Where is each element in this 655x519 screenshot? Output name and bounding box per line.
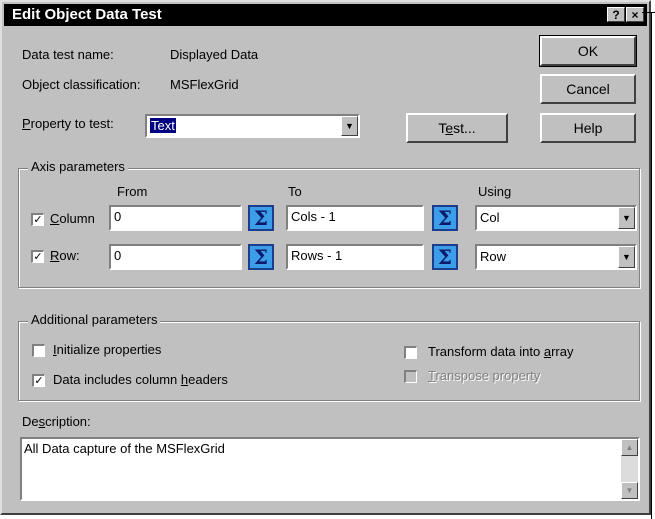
initialize-properties-label: Initialize properties bbox=[53, 342, 161, 357]
test-button-label-rest: st... bbox=[453, 120, 476, 136]
test-button[interactable]: Test... bbox=[406, 113, 508, 143]
test-name-label: Data test name: bbox=[22, 47, 114, 62]
classification-label: Object classification: bbox=[22, 77, 141, 92]
test-name-value: Displayed Data bbox=[170, 47, 259, 62]
row-from-input[interactable]: 0 bbox=[109, 244, 242, 270]
help-icon[interactable]: ? bbox=[607, 7, 625, 22]
cancel-button[interactable]: Cancel bbox=[540, 74, 636, 104]
transpose-property-label: Transpose property bbox=[428, 368, 540, 383]
row-using-dropdown[interactable]: Row ▼ bbox=[475, 244, 637, 270]
column-label: Column bbox=[50, 211, 95, 226]
test-button-label-mnemonic: e bbox=[445, 120, 454, 136]
column-to-input[interactable]: Cols - 1 bbox=[286, 205, 424, 231]
column-to-sigma-icon[interactable]: Σ bbox=[432, 205, 458, 231]
scroll-down-icon[interactable]: ▼ bbox=[621, 482, 638, 499]
description-textarea[interactable]: All Data capture of the MSFlexGrid ▲ ▼ bbox=[20, 437, 640, 501]
row-checkbox[interactable]: ✓ bbox=[31, 250, 44, 263]
transpose-property-rest: ranspose property bbox=[435, 368, 541, 383]
column-checkbox[interactable]: ✓ bbox=[31, 213, 44, 226]
column-from-sigma-icon[interactable]: Σ bbox=[248, 205, 274, 231]
chevron-down-icon[interactable]: ▼ bbox=[341, 116, 358, 136]
column-label-mnemonic: C bbox=[50, 211, 60, 226]
description-label-pre: De bbox=[22, 414, 39, 429]
transform-array-rest: rray bbox=[551, 344, 574, 359]
additional-parameters-group bbox=[18, 321, 640, 401]
transform-array-pre: Transform data into bbox=[428, 344, 544, 359]
description-text: All Data capture of the MSFlexGrid bbox=[24, 441, 225, 456]
property-dropdown-value: Text bbox=[150, 117, 176, 135]
transpose-property-checkbox bbox=[404, 370, 417, 383]
classification-value: MSFlexGrid bbox=[170, 77, 239, 92]
initialize-properties-rest: nitialize properties bbox=[56, 342, 162, 357]
description-label-rest: cription: bbox=[45, 414, 91, 429]
window-title: Edit Object Data Test bbox=[12, 6, 162, 23]
description-scrollbar[interactable]: ▲ ▼ bbox=[621, 439, 638, 499]
using-header: Using bbox=[478, 184, 512, 199]
description-label: Description: bbox=[22, 414, 91, 429]
row-from-sigma-icon[interactable]: Σ bbox=[248, 244, 274, 270]
column-headers-checkbox[interactable]: ✓ bbox=[32, 374, 45, 387]
property-label: Property to test: bbox=[22, 116, 114, 131]
transform-array-label: Transform data into array bbox=[428, 344, 573, 359]
from-header: From bbox=[117, 184, 148, 199]
column-using-value: Col bbox=[480, 210, 500, 225]
additional-parameters-label: Additional parameters bbox=[28, 312, 161, 327]
ok-button[interactable]: OK bbox=[539, 35, 637, 67]
row-to-sigma-icon[interactable]: Σ bbox=[432, 244, 458, 270]
row-using-value: Row bbox=[480, 249, 507, 264]
property-label-rest: roperty to test: bbox=[30, 116, 114, 131]
property-dropdown[interactable]: Text ▼ bbox=[145, 114, 360, 138]
column-headers-pre: Data includes column bbox=[53, 372, 181, 387]
row-to-input[interactable]: Rows - 1 bbox=[286, 244, 424, 270]
property-label-mnemonic: P bbox=[22, 116, 31, 131]
property-selected-text: Text bbox=[150, 118, 176, 133]
column-headers-label: Data includes column headers bbox=[53, 372, 228, 387]
column-from-input[interactable]: 0 bbox=[109, 205, 242, 231]
transform-array-checkbox[interactable] bbox=[404, 346, 417, 359]
help-button[interactable]: Help bbox=[540, 113, 636, 143]
row-label-rest: ow: bbox=[59, 248, 80, 263]
initialize-properties-checkbox[interactable] bbox=[32, 344, 45, 357]
title-bar: Edit Object Data Test ? × bbox=[4, 4, 647, 26]
to-header: To bbox=[288, 184, 302, 199]
chevron-down-icon[interactable]: ▼ bbox=[618, 207, 635, 229]
column-using-dropdown[interactable]: Col ▼ bbox=[475, 205, 637, 231]
scroll-up-icon[interactable]: ▲ bbox=[621, 439, 638, 456]
screen-edge-line bbox=[642, 12, 655, 13]
row-label: Row: bbox=[50, 248, 80, 263]
row-label-mnemonic: R bbox=[50, 248, 60, 263]
screen-edge-vertical bbox=[651, 12, 652, 519]
transform-array-mnemonic: a bbox=[543, 344, 552, 359]
axis-parameters-label: Axis parameters bbox=[28, 159, 128, 174]
chevron-down-icon[interactable]: ▼ bbox=[618, 246, 635, 268]
column-label-rest: olumn bbox=[59, 211, 95, 226]
column-headers-rest: eaders bbox=[188, 372, 228, 387]
close-icon[interactable]: × bbox=[626, 7, 644, 22]
